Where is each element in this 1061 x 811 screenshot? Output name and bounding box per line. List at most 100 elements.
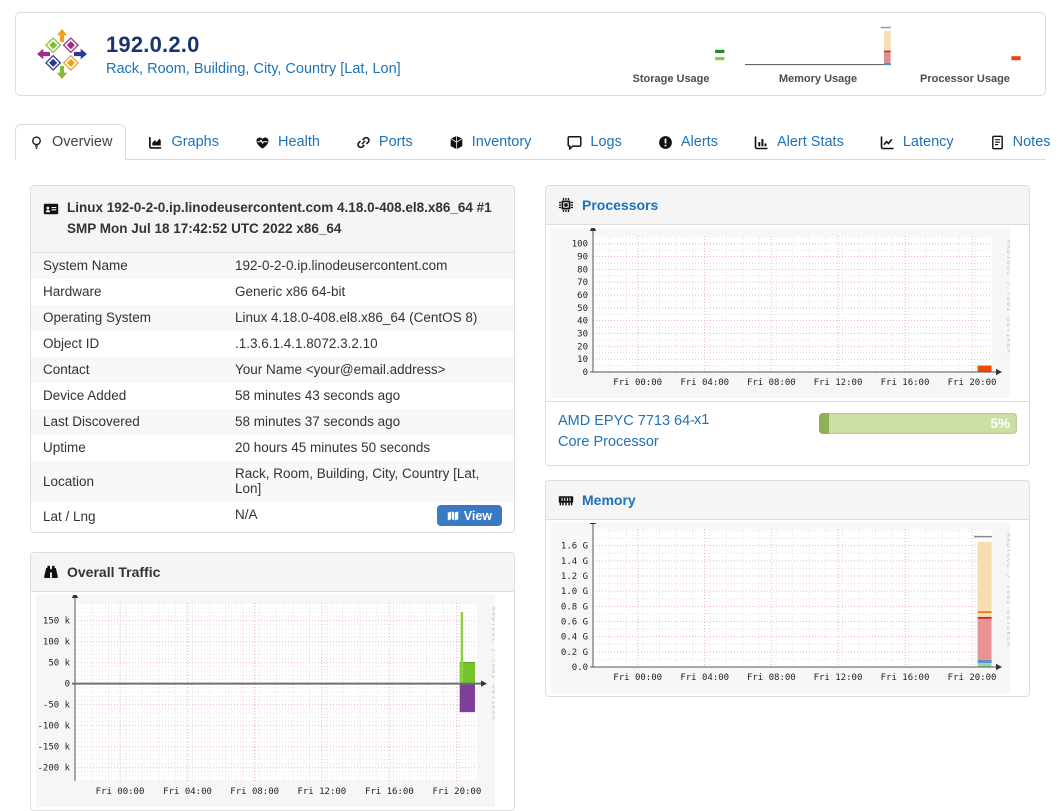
- svg-text:Fri 12:00: Fri 12:00: [814, 673, 863, 683]
- memory-panel: Memory 0.0 0.2 G 0.4 G 0.6 G 0.8 G 1.0 G 1.2 G…: [545, 480, 1030, 698]
- system-info-row: Uptime 20 hours 45 minutes 50 seconds: [31, 435, 514, 461]
- row-value-cell: 58 minutes 37 seconds ago: [223, 409, 514, 435]
- svg-text:Fri 12:00: Fri 12:00: [814, 378, 863, 388]
- tab-graphs[interactable]: Graphs: [134, 124, 233, 160]
- tab-label: Inventory: [471, 134, 532, 150]
- microchip-icon: [559, 198, 573, 212]
- mini-storage-graph[interactable]: [611, 21, 731, 72]
- tab-bar: Overview Graphs Health Ports Inventory Logs Al…: [15, 118, 1051, 160]
- tab-label: Notes: [1012, 134, 1051, 150]
- system-info-row: Lat / Lng N/A View: [31, 502, 514, 532]
- system-info-row: Operating System Linux 4.18.0-408.el8.x86…: [31, 304, 514, 331]
- view-location-button[interactable]: View: [436, 505, 502, 527]
- tabs: Overview Graphs Health Ports Inventory Logs Al…: [15, 124, 1061, 160]
- svg-text:Fri 12:00: Fri 12:00: [297, 787, 346, 797]
- tab-notes[interactable]: Notes: [976, 124, 1061, 160]
- cpu-name-link[interactable]: AMD EPYC 7713 64-Core Processor: [558, 411, 703, 453]
- row-value-cell: .1.3.6.1.4.1.8072.3.2.10: [223, 331, 514, 357]
- tab-label: Overview: [52, 134, 113, 150]
- svg-text:Fri 00:00: Fri 00:00: [613, 378, 662, 388]
- minigraph-storage-usage[interactable]: Storage Usage: [611, 21, 731, 85]
- row-label: Last Discovered: [43, 414, 140, 430]
- tab-ports[interactable]: Ports: [342, 124, 427, 160]
- svg-text:0.6 G: 0.6 G: [561, 618, 588, 628]
- overall-traffic-header: Overall Traffic: [31, 552, 514, 592]
- system-info-row: Device Added 58 minutes 43 seconds ago: [31, 383, 514, 409]
- memory-header: Memory: [546, 481, 1029, 521]
- row-value-cell: 20 hours 45 minutes 50 seconds: [223, 435, 514, 461]
- svg-text:Fri 20:00: Fri 20:00: [948, 378, 997, 388]
- processors-panel: Processors 0 10 20 30 40 50 60 70 80 90 100 Fri 00:…: [545, 185, 1030, 467]
- note-icon: [991, 135, 1003, 149]
- device-location-link[interactable]: Rack, Room, Building, City, Country [Lat…: [106, 61, 401, 77]
- row-label: Hardware: [43, 284, 102, 300]
- svg-text:RRDTOOL / TOBI OETIKER: RRDTOOL / TOBI OETIKER: [1005, 240, 1010, 354]
- tab-label: Alert Stats: [776, 134, 844, 150]
- svg-text:1.4 G: 1.4 G: [561, 557, 588, 567]
- svg-text:0.2 G: 0.2 G: [561, 648, 588, 658]
- left-column: Linux 192-0-2-0.ip.linodeusercontent.com…: [30, 185, 515, 811]
- svg-text:Fri 08:00: Fri 08:00: [230, 787, 279, 797]
- map-icon: [447, 511, 458, 521]
- row-value: Generic x86 64-bit: [235, 284, 346, 300]
- svg-text:150 k: 150 k: [43, 616, 71, 626]
- minigraph-processor-usage[interactable]: Processor Usage: [905, 21, 1025, 85]
- svg-text:RRDTOOL / TOBI OETIKER: RRDTOOL / TOBI OETIKER: [1005, 533, 1010, 647]
- memory-icon: [558, 496, 574, 506]
- tab-label: Health: [278, 134, 320, 150]
- svg-text:Fri 16:00: Fri 16:00: [881, 673, 930, 683]
- mini-processor-graph[interactable]: [905, 21, 1025, 72]
- cpu-usage-fill: [819, 413, 829, 434]
- svg-text:Fri 08:00: Fri 08:00: [747, 378, 796, 388]
- processors-title[interactable]: Processors: [582, 197, 658, 213]
- cpu-usage-percent: 5%: [990, 416, 1010, 431]
- overall-traffic-graph[interactable]: 0 50 k 100 k 150 k -50 k -100 k -150 k -200 k Fr…: [31, 591, 514, 810]
- svg-text:RRDTOOL / TOBI OETIKER: RRDTOOL / TOBI OETIKER: [490, 607, 495, 721]
- svg-text:30: 30: [577, 330, 588, 340]
- row-label: Object ID: [43, 336, 100, 352]
- row-value: .1.3.6.1.4.1.8072.3.2.10: [235, 336, 378, 352]
- row-value: 20 hours 45 minutes 50 seconds: [235, 440, 431, 456]
- tab-logs[interactable]: Logs: [553, 124, 635, 160]
- system-info-table: System Name 192-0-2-0.ip.linodeuserconten…: [31, 252, 514, 532]
- tab-overview[interactable]: Overview: [15, 124, 127, 160]
- tab-alerts[interactable]: Alerts: [644, 124, 732, 160]
- svg-text:Fri 20:00: Fri 20:00: [433, 787, 482, 797]
- processors-graph[interactable]: 0 10 20 30 40 50 60 70 80 90 100 Fri 00:00 Fri 04:00…: [546, 225, 1029, 401]
- chart-area-icon: [149, 136, 162, 149]
- tab-alert-stats[interactable]: Alert Stats: [740, 124, 858, 160]
- minigraph-memory-usage[interactable]: Memory Usage: [743, 21, 893, 85]
- overall-traffic-title: Overall Traffic: [67, 563, 161, 580]
- system-info-panel: Linux 192-0-2-0.ip.linodeusercontent.com…: [30, 185, 515, 533]
- tab-latency[interactable]: Latency: [866, 124, 968, 160]
- memory-title[interactable]: Memory: [582, 492, 636, 508]
- row-value-cell: 58 minutes 43 seconds ago: [223, 383, 514, 409]
- tab-label: Ports: [378, 134, 413, 150]
- svg-text:100: 100: [572, 240, 588, 250]
- minigraph-label: Storage Usage: [632, 73, 710, 85]
- tab-inventory[interactable]: Inventory: [435, 124, 546, 160]
- svg-text:1.2 G: 1.2 G: [561, 572, 588, 582]
- alert-circle-icon: [659, 135, 672, 149]
- row-value: N/A: [235, 507, 258, 523]
- row-value: 58 minutes 37 seconds ago: [235, 414, 401, 430]
- system-info-row: Object ID .1.3.6.1.4.1.8072.3.2.10: [31, 331, 514, 357]
- cpu-usage-bar: 5%: [819, 413, 1017, 434]
- svg-text:Fri 16:00: Fri 16:00: [881, 378, 930, 388]
- minigraph-label: Processor Usage: [920, 73, 1010, 85]
- binoculars-icon: [44, 565, 58, 578]
- svg-text:Fri 00:00: Fri 00:00: [96, 787, 145, 797]
- svg-text:50 k: 50 k: [48, 658, 70, 668]
- system-info-row: Location Rack, Room, Building, City, Coun…: [31, 460, 514, 502]
- row-value-cell: Generic x86 64-bit: [223, 279, 514, 305]
- mini-memory-graph[interactable]: [743, 21, 893, 72]
- svg-text:0: 0: [65, 679, 70, 689]
- row-value: Rack, Room, Building, City, Country [Lat…: [235, 466, 480, 497]
- tab-health[interactable]: Health: [241, 124, 334, 160]
- cube-icon: [450, 135, 463, 149]
- comment-icon: [567, 135, 582, 150]
- svg-text:70: 70: [577, 278, 588, 288]
- memory-graph[interactable]: 0.0 0.2 G 0.4 G 0.6 G 0.8 G 1.0 G 1.2 G 1.4 G 1.…: [546, 518, 1029, 696]
- svg-text:20: 20: [577, 342, 588, 352]
- row-label: Device Added: [43, 388, 127, 404]
